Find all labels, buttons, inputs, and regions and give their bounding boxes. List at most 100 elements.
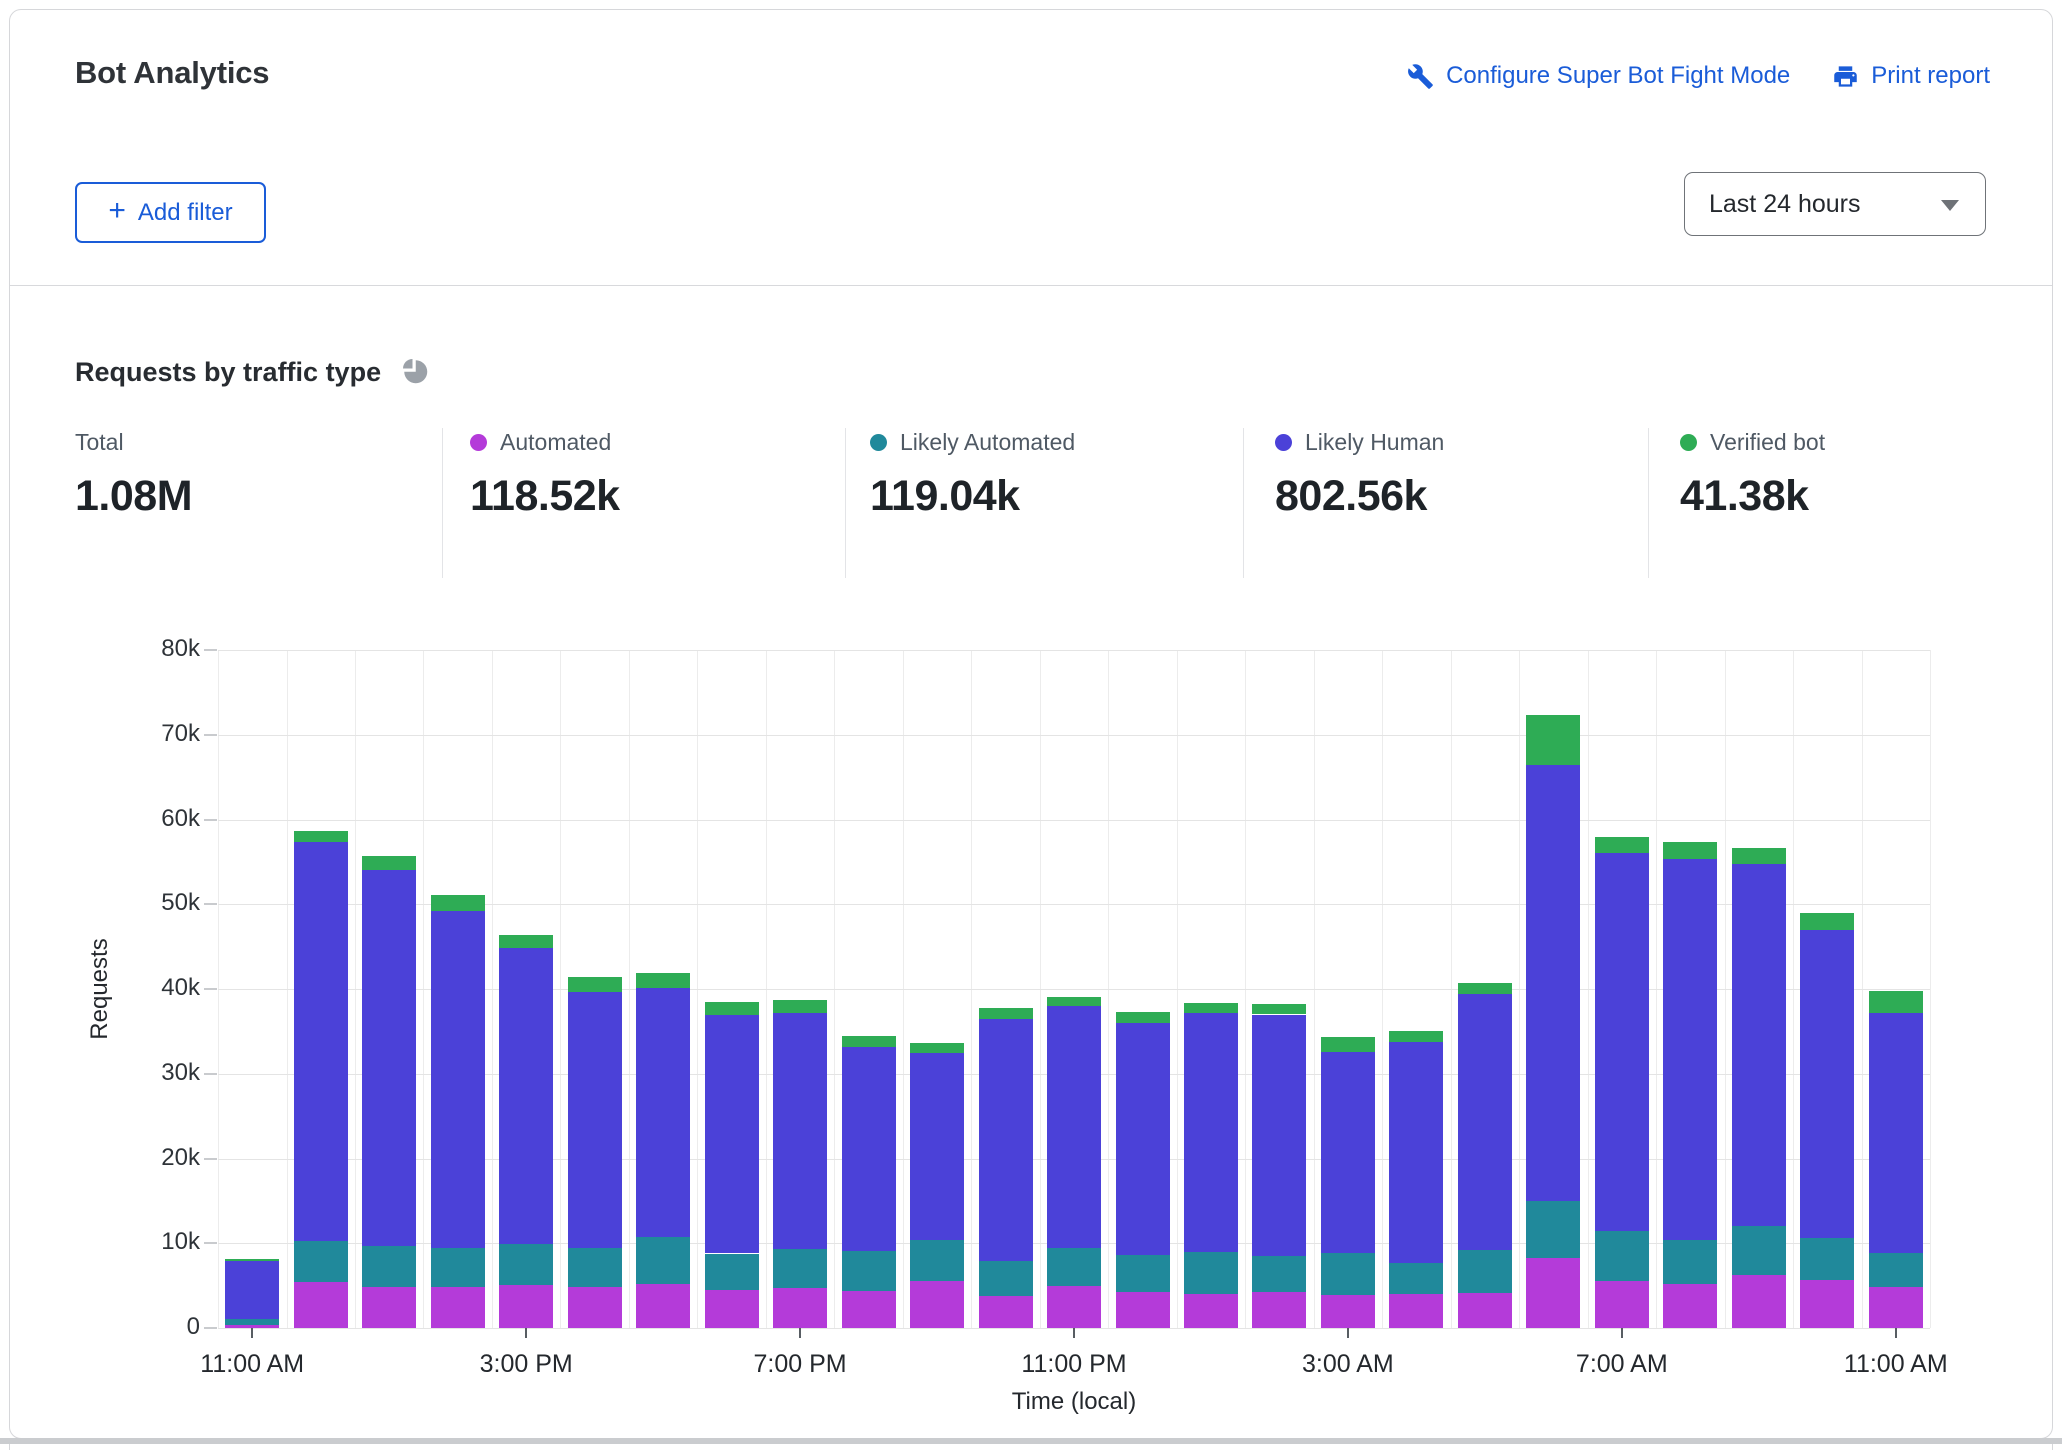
stat-likely-automated-value: 119.04k [870,472,1075,521]
segment-verified-bot [1595,837,1649,853]
segment-verified-bot [1800,913,1854,930]
y-tick-mark [204,1327,217,1329]
section-header: Requests by traffic type [75,352,429,392]
stat-likely-automated: Likely Automated 119.04k [870,428,1075,578]
segment-likely-automated [568,1248,622,1286]
segment-likely-human [1526,765,1580,1201]
x-tick-label: 3:00 AM [1238,1350,1458,1379]
chart-bar-15[interactable] [1252,650,1306,1328]
configure-super-bot-fight-mode-link[interactable]: Configure Super Bot Fight Mode [1407,62,1790,90]
y-axis-title: Requests [86,938,114,1039]
chart-bar-24[interactable] [1869,650,1923,1328]
segment-likely-human [1184,1013,1238,1252]
next-card-right-border [2052,1444,2053,1450]
chart-bar-22[interactable] [1732,650,1786,1328]
segment-verified-bot [1869,991,1923,1013]
segment-verified-bot [636,973,690,988]
x-tick-mark [799,1328,801,1338]
y-tick-mark [204,1242,217,1244]
segment-likely-human [294,842,348,1240]
segment-verified-bot [910,1043,964,1052]
chart-bar-8[interactable] [773,650,827,1328]
segment-automated [773,1288,827,1328]
segment-likely-automated [225,1319,279,1325]
pie-chart-icon [399,355,429,392]
segment-likely-human [1047,1006,1101,1248]
segment-likely-human [225,1261,279,1319]
segment-automated [1663,1284,1717,1328]
segment-automated [1252,1292,1306,1328]
y-tick-label: 30k [130,1059,200,1087]
chart-bar-11[interactable] [979,650,1033,1328]
chart-bar-23[interactable] [1800,650,1854,1328]
segment-likely-automated [1800,1238,1854,1280]
chart-bar-18[interactable] [1458,650,1512,1328]
segment-automated [1321,1295,1375,1328]
add-filter-button[interactable]: + Add filter [75,182,266,243]
y-tick-label: 40k [130,974,200,1002]
chart-bar-9[interactable] [842,650,896,1328]
segment-verified-bot [499,935,553,948]
chart-bar-2[interactable] [362,650,416,1328]
chart-bar-20[interactable] [1595,650,1649,1328]
segment-automated [568,1287,622,1329]
stat-total-value: 1.08M [75,472,192,521]
chart-bar-6[interactable] [636,650,690,1328]
chart-bar-12[interactable] [1047,650,1101,1328]
segment-verified-bot [1458,983,1512,994]
segment-verified-bot [979,1008,1033,1019]
segment-likely-automated [1663,1240,1717,1284]
chart-bar-17[interactable] [1389,650,1443,1328]
y-tick-mark [204,1158,217,1160]
segment-likely-automated [362,1246,416,1288]
chart-bar-5[interactable] [568,650,622,1328]
segment-likely-automated [1252,1256,1306,1292]
wrench-icon [1407,63,1434,90]
segment-likely-automated [1526,1201,1580,1258]
chart-bar-1[interactable] [294,650,348,1328]
x-tick-mark [1895,1328,1897,1338]
print-report-link[interactable]: Print report [1832,62,1990,90]
chart-bar-3[interactable] [431,650,485,1328]
chart-bar-10[interactable] [910,650,964,1328]
segment-likely-human [1252,1015,1306,1257]
chart-bar-4[interactable] [499,650,553,1328]
stat-likely-human-label-row: Likely Human [1275,428,1444,456]
chart-bar-16[interactable] [1321,650,1375,1328]
stat-likely-automated-label: Likely Automated [900,429,1075,456]
chart-bar-19[interactable] [1526,650,1580,1328]
configure-link-label: Configure Super Bot Fight Mode [1446,62,1790,90]
segment-automated [362,1287,416,1328]
stats-divider-3 [1648,428,1649,578]
chart-bar-13[interactable] [1116,650,1170,1328]
segment-verified-bot [1252,1004,1306,1014]
chart-bar-14[interactable] [1184,650,1238,1328]
chart-bar-21[interactable] [1663,650,1717,1328]
segment-likely-automated [1595,1231,1649,1281]
segment-verified-bot [705,1002,759,1016]
segment-automated [1184,1294,1238,1328]
time-range-select[interactable]: Last 24 hours [1684,172,1986,236]
verified-bot-legend-dot [1680,434,1697,451]
segment-likely-human [842,1047,896,1251]
segment-likely-automated [1321,1253,1375,1295]
chart-bar-7[interactable] [705,650,759,1328]
segment-likely-human [1389,1042,1443,1262]
stats-divider-0 [442,428,443,578]
stats-divider-2 [1243,428,1244,578]
printer-icon [1832,63,1859,90]
segment-verified-bot [1047,997,1101,1006]
x-tick-mark [251,1328,253,1338]
segment-likely-automated [1389,1263,1443,1294]
segment-automated [294,1282,348,1328]
segment-verified-bot [1116,1012,1170,1023]
segment-automated [842,1291,896,1328]
add-filter-label: Add filter [138,199,233,227]
segment-likely-automated [773,1249,827,1288]
chart-bar-0[interactable] [225,650,279,1328]
x-tick-mark [1073,1328,1075,1338]
segment-likely-human [910,1053,964,1240]
segment-likely-human [1458,994,1512,1250]
segment-verified-bot [773,1000,827,1013]
y-tick-label: 0 [130,1313,200,1341]
